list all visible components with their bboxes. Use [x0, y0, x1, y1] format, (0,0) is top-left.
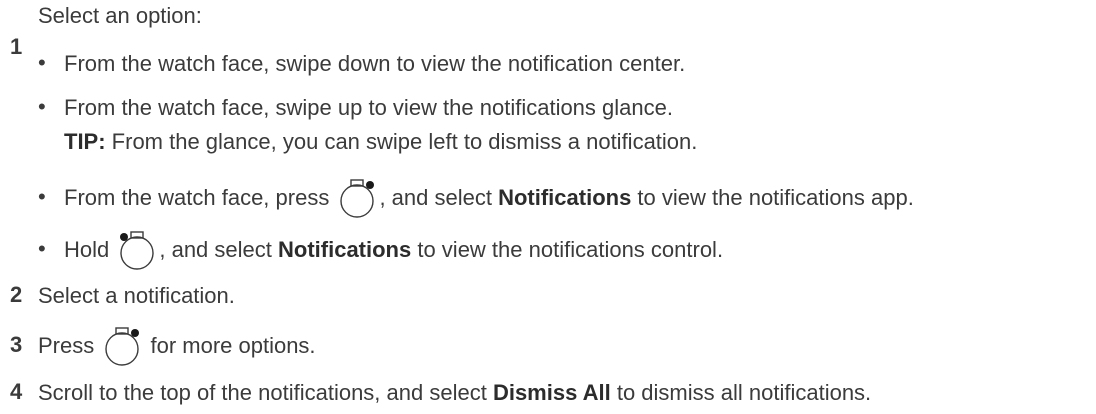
step-1-intro: Select an option:: [38, 3, 202, 28]
option-press-button: From the watch face, press , and select …: [64, 179, 914, 218]
watch-button-top-left-icon: [120, 231, 155, 270]
step-number-2: 2: [10, 282, 23, 307]
tip-label: TIP:: [64, 129, 106, 154]
step-number-3: 3: [10, 332, 23, 357]
option-press-mid: , and select: [379, 185, 499, 210]
option-hold-post: to view the notifications control.: [411, 237, 724, 262]
dismiss-all-label: Dismiss All: [492, 380, 611, 405]
bullet: •: [38, 50, 46, 75]
notifications-label: Notifications: [498, 185, 632, 210]
step-4-post: to dismiss all notifications.: [610, 380, 872, 405]
option-hold-pre: Hold: [64, 237, 116, 262]
step-4-pre: Scroll to the top of the notifications, …: [38, 380, 493, 405]
option-press-pre: From the watch face, press: [64, 185, 336, 210]
step-number-1: 1: [10, 34, 23, 59]
watch-button-top-right-icon: [340, 179, 375, 218]
step-4-text: Scroll to the top of the notifications, …: [38, 379, 871, 407]
tip: TIP: From the glance, you can swipe left…: [64, 128, 697, 156]
step-3-pre: Press: [38, 333, 101, 358]
option-swipe-up: From the watch face, swipe up to view th…: [64, 95, 673, 120]
notifications-label: Notifications: [278, 237, 412, 262]
step-2-text: Select a notification.: [38, 283, 235, 308]
bullet: •: [38, 236, 46, 261]
option-hold-mid: , and select: [159, 237, 278, 262]
option-hold-button: Hold , and select Notifications to view …: [64, 231, 724, 270]
step-number-4: 4: [10, 379, 23, 404]
step-3-post: for more options.: [144, 333, 316, 358]
tip-text: From the glance, you can swipe left to d…: [105, 129, 698, 154]
option-swipe-down: From the watch face, swipe down to view …: [64, 51, 686, 76]
option-press-post: to view the notifications app.: [631, 185, 914, 210]
watch-button-top-right-icon: [105, 327, 140, 366]
bullet: •: [38, 184, 46, 209]
bullet: •: [38, 94, 46, 119]
step-3-text: Press for more options.: [38, 327, 316, 366]
